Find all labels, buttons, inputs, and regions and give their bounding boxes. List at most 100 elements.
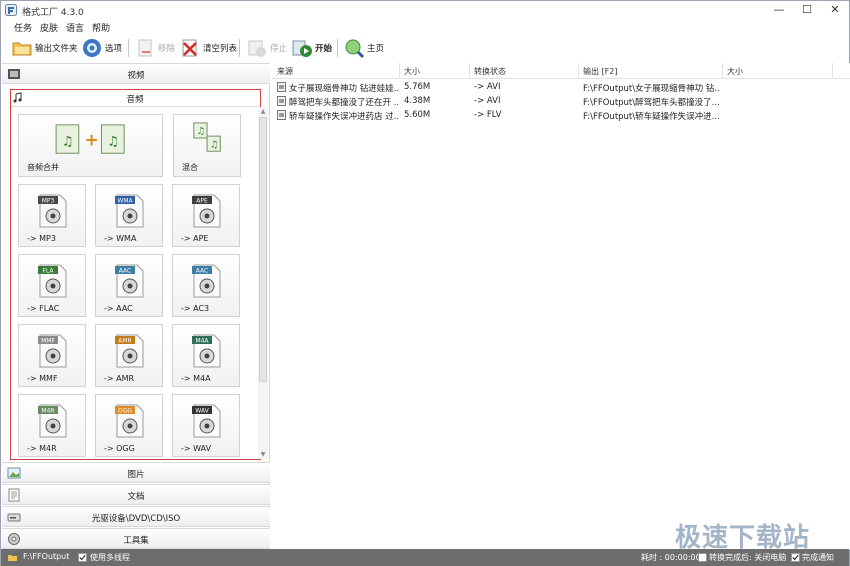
svg-text:WAV: WAV [195,408,209,415]
format-tile-label: -> MMF [27,374,58,383]
format-tile-ac3[interactable]: AAC -> AC3 [172,254,240,317]
category-audio[interactable]: 音频 [11,90,259,107]
format-tile-m4a[interactable]: M4A -> M4A [172,324,240,387]
svg-text:♫: ♫ [107,135,119,150]
start-label: 开始 [315,44,333,54]
close-button[interactable]: ✕ [821,1,849,19]
format-tile-label: 音频合并 [27,163,59,172]
task-source: 女子展现缩骨神功 钻进娃娃... [289,84,399,94]
aac-icon: AAC [115,264,144,298]
remove-label: 移除 [158,44,176,54]
scroll-thumb[interactable] [259,117,267,382]
menu-bar: 任务 皮肤 语言 帮助 [1,19,849,34]
format-tile-mmf[interactable]: MMF -> MMF [18,324,86,387]
format-tile-label: -> OGG [104,444,135,453]
clear-list-button[interactable]: 清空列表 [179,37,237,59]
output-folder-button[interactable]: 输出文件夹 [11,37,78,59]
format-tile-flac[interactable]: FLA -> FLAC [18,254,86,317]
audio-mix-icon: ♫ ♫ [193,122,221,152]
format-tile-label: -> AAC [104,304,133,313]
task-size: 4.38M [404,96,431,106]
column-source[interactable]: 来源 [277,66,293,77]
svg-text:M4R: M4R [41,408,54,415]
format-tile-aac[interactable]: AAC -> AAC [95,254,163,317]
wma-icon: WMA [115,194,144,228]
format-tile-label: -> M4A [181,374,211,383]
task-row[interactable]: 醉驾把车头都撞没了还在开 ... 4.38M -> AVI F:\FFOutpu… [272,94,850,108]
category-tools[interactable]: 工具集 [2,528,270,549]
svg-text:APE: APE [196,198,208,205]
maximize-button[interactable]: ☐ [793,1,821,19]
multithread-checkbox[interactable] [78,553,87,562]
format-tile-label: -> AC3 [181,304,210,313]
minimize-button[interactable]: — [765,1,793,19]
output-path-text[interactable]: F:\FFOutput [23,552,69,561]
ac3-icon: AAC [192,264,221,298]
menu-language[interactable]: 语言 [66,21,84,34]
scroll-up-arrow[interactable]: ▲ [258,107,268,116]
title-bar: 格式工厂 4.3.0 — ☐ ✕ [1,1,849,19]
svg-text:M4A: M4A [195,338,209,345]
format-tile-m4r[interactable]: M4R -> M4R [18,394,86,457]
task-row[interactable]: 女子展现缩骨神功 钻进娃娃... 5.76M -> AVI F:\FFOutpu… [272,80,850,94]
format-tile-label: -> MP3 [27,234,56,243]
svg-text:♫: ♫ [62,135,74,150]
column-output[interactable]: 输出 [F2] [583,66,617,77]
svg-text:♫: ♫ [197,126,205,137]
ape-icon: APE [192,194,221,228]
menu-task[interactable]: 任务 [14,21,32,34]
task-status: -> FLV [474,110,502,120]
start-button[interactable]: 开始 [291,37,332,59]
flac-icon: FLA [38,264,67,298]
menu-help[interactable]: 帮助 [92,21,110,34]
category-video-label: 视频 [127,71,145,81]
mmf-icon: MMF [38,334,67,368]
format-tile-audio-merge[interactable]: ♫ + ♫ 音频合并 [18,114,163,177]
format-tile-label: 混合 [182,163,198,172]
category-document[interactable]: 文档 [2,484,270,505]
column-output-size[interactable]: 大小 [727,66,743,77]
column-status[interactable]: 转换状态 [474,66,506,77]
svg-text:MMF: MMF [41,338,55,345]
after-convert-checkbox[interactable] [698,553,707,562]
format-tile-amr[interactable]: AMR -> AMR [95,324,163,387]
menu-skin[interactable]: 皮肤 [40,21,58,34]
remove-button[interactable]: 移除 [134,37,175,59]
task-status: -> AVI [474,82,501,92]
column-divider [399,63,400,79]
audio-merge-icon: ♫ + ♫ [55,124,125,154]
category-picture[interactable]: 图片 [2,462,270,483]
file-icon [277,96,286,106]
format-tile-ape[interactable]: APE -> APE [172,184,240,247]
format-tile-label: -> WMA [104,234,137,243]
format-tile-label: -> WAV [181,444,212,453]
column-divider [832,63,833,79]
format-tile-wav[interactable]: WAV -> WAV [172,394,240,457]
home-button[interactable]: 主页 [343,37,384,59]
format-tile-mp3[interactable]: MP3 -> MP3 [18,184,86,247]
category-document-label: 文档 [127,492,145,502]
wav-icon: WAV [192,404,221,438]
svg-text:+: + [84,131,98,151]
task-row[interactable]: 轿车疑操作失误冲进药店 过... 5.60M -> FLV F:\FFOutpu… [272,108,850,122]
window-title: 格式工厂 4.3.0 [22,8,84,18]
format-tile-audio-mix[interactable]: ♫ ♫ 混合 [173,114,241,177]
start-icon [292,40,312,57]
stop-button[interactable]: 停止 [246,37,287,59]
clear-list-label: 清空列表 [203,44,238,54]
format-tile-ogg[interactable]: OGG -> OGG [95,394,163,457]
folder-icon [12,42,32,56]
panel-scrollbar[interactable]: ▲ ▼ [258,107,268,459]
task-source: 醉驾把车头都撞没了还在开 ... [289,98,399,108]
column-size[interactable]: 大小 [404,66,420,77]
notify-checkbox[interactable] [791,553,800,562]
svg-text:AAC: AAC [196,268,208,275]
category-video[interactable]: 视频 [2,63,270,84]
column-divider [578,63,579,79]
options-button[interactable]: 选项 [81,37,122,59]
format-tile-wma[interactable]: WMA -> WMA [95,184,163,247]
scroll-down-arrow[interactable]: ▼ [258,450,268,459]
category-disc[interactable]: 光驱设备\DVD\CD\ISO [2,506,270,527]
task-list: 来源 大小 转换状态 输出 [F2] 大小 女子展现缩骨神功 钻进娃娃... 5… [272,63,850,550]
svg-text:OGG: OGG [118,408,132,415]
